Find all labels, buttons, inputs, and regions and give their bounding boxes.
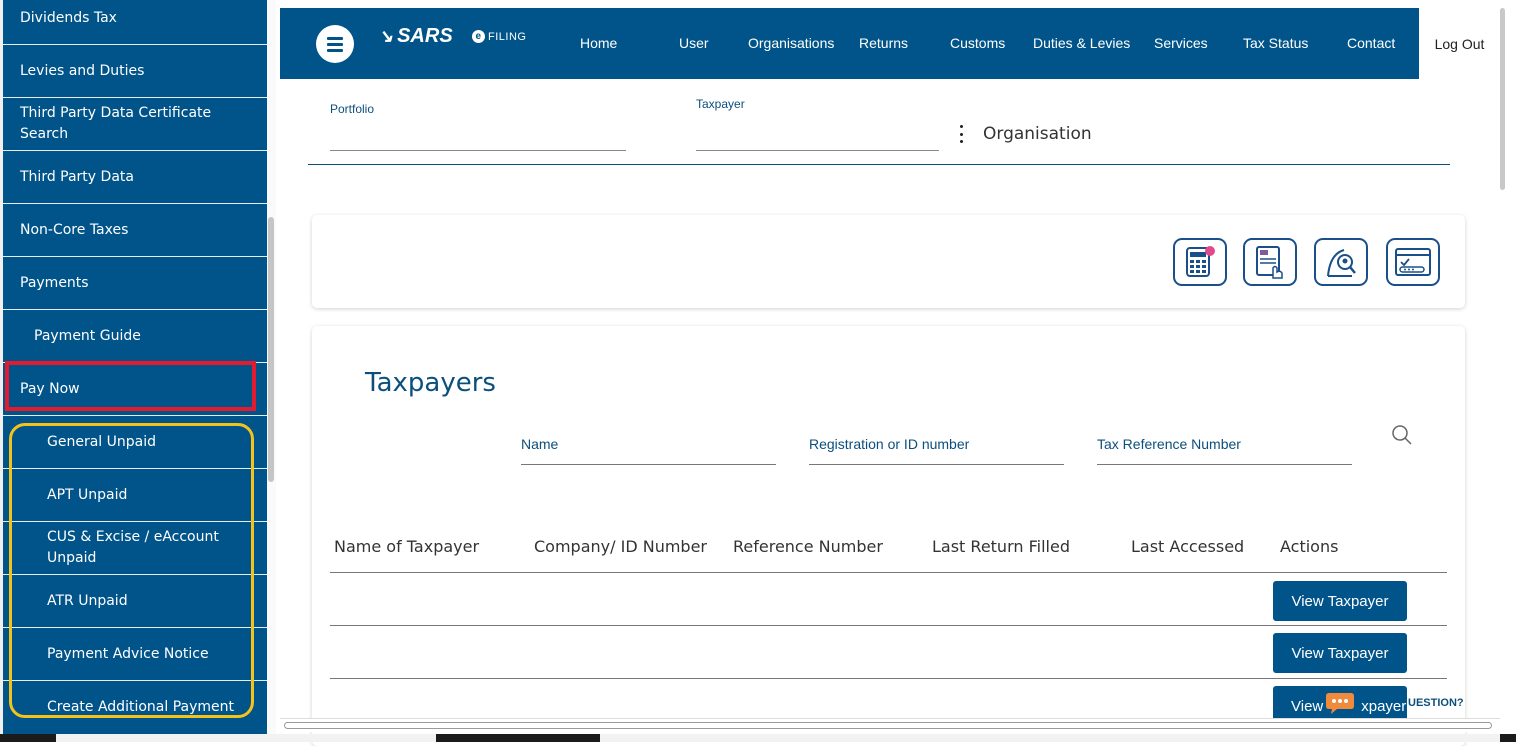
main-scrollbar-thumb[interactable] [1500, 8, 1505, 190]
top-navigation-bar: ↘ SARS e FILING Home User Organisations … [280, 8, 1500, 79]
column-reference-number: Reference Number [733, 537, 883, 556]
nav-home[interactable]: Home [580, 35, 617, 51]
view-taxpayer-button-text-start: View [1291, 697, 1324, 715]
column-last-accessed: Last Accessed [1131, 537, 1245, 556]
nav-user[interactable]: User [679, 35, 709, 51]
horizontal-scrollbar-thumb[interactable] [284, 722, 1492, 729]
sars-arrow-icon: ↘ [378, 26, 394, 46]
search-icon[interactable] [1391, 424, 1413, 446]
taskbar-segment [600, 734, 1500, 742]
hamburger-menu-button[interactable] [316, 25, 354, 63]
id-card-icon[interactable] [1386, 238, 1440, 286]
column-company-id-number: Company/ ID Number [534, 537, 707, 556]
horizontal-scrollbar[interactable] [280, 718, 1500, 732]
name-search-label: Name [521, 436, 559, 452]
tax-reference-search-label: Tax Reference Number [1097, 436, 1241, 452]
sidebar-item-payment-guide[interactable]: Payment Guide [3, 309, 267, 362]
sidebar-scrollbar[interactable] [267, 0, 276, 735]
taxpayer-input[interactable] [696, 150, 939, 151]
column-actions: Actions [1280, 537, 1339, 556]
sidebar-item-label: Non-Core Taxes [20, 221, 129, 238]
ask-question-label[interactable]: UESTION? [1408, 697, 1464, 709]
logo-text: SARS [397, 25, 453, 47]
view-taxpayer-button[interactable]: View Taxpayer [1273, 633, 1407, 673]
nav-duties-levies[interactable]: Duties & Levies [1033, 35, 1130, 51]
sidebar-item-third-party-data[interactable]: Third Party Data [3, 150, 267, 203]
sidebar-item-label: Third Party Data Certificate Search [20, 105, 212, 142]
search-person-icon[interactable] [1314, 238, 1368, 286]
document-hand-icon[interactable] [1243, 238, 1297, 286]
more-options-icon[interactable] [956, 125, 966, 143]
filing-text: FILING [488, 30, 527, 43]
taskbar [0, 734, 1516, 742]
main-scrollbar[interactable] [1500, 0, 1516, 742]
taskbar-segment [56, 734, 436, 742]
registration-search-input[interactable] [809, 464, 1064, 465]
table-row-divider [330, 625, 1447, 626]
column-name-of-taxpayer: Name of Taxpayer [334, 537, 480, 556]
sidebar-item-levies-and-duties[interactable]: Levies and Duties [3, 44, 267, 97]
efiling-logo: e FILING [472, 30, 526, 43]
sidebar-item-third-party-data-certificate-search[interactable]: Third Party Data Certificate Search [3, 97, 267, 150]
calculator-icon[interactable] [1173, 238, 1227, 286]
taxpayers-card: Taxpayers Name Registration or ID number… [312, 326, 1465, 746]
sidebar-item-payments[interactable]: Payments [3, 256, 267, 309]
sidebar-item-label: Payments [20, 274, 89, 291]
taxpayer-type-value: Organisation [983, 124, 1092, 144]
sidebar-scrollbar-thumb[interactable] [268, 217, 274, 482]
view-taxpayer-button-text-end: xpayer [1361, 697, 1407, 715]
filter-divider [308, 164, 1450, 165]
column-last-return-filled: Last Return Filled [932, 537, 1070, 556]
sidebar-item-label: Payment Guide [34, 327, 141, 344]
view-taxpayer-button[interactable]: View Taxpayer [1273, 581, 1407, 621]
tools-card [312, 215, 1465, 308]
chat-bubble-icon[interactable] [1325, 691, 1355, 715]
sidebar-item-label: Dividends Tax [20, 10, 117, 26]
taxpayers-title: Taxpayers [365, 368, 496, 398]
nav-returns[interactable]: Returns [859, 35, 908, 51]
hamburger-icon [327, 34, 343, 55]
name-search-input[interactable] [521, 464, 776, 465]
sars-logo[interactable]: ↘ SARS [378, 25, 453, 48]
sidebar-item-label: Third Party Data [20, 168, 134, 185]
nav-tax-status[interactable]: Tax Status [1243, 35, 1308, 51]
highlight-yellow-box [9, 423, 254, 718]
nav-customs[interactable]: Customs [950, 35, 1005, 51]
logout-button[interactable]: Log Out [1419, 8, 1500, 79]
sidebar: Dividends Tax Levies and Duties Third Pa… [0, 0, 276, 735]
e-circle-icon: e [472, 30, 485, 43]
highlight-red-box [5, 361, 256, 411]
tax-reference-search-input[interactable] [1097, 464, 1352, 465]
table-header-divider [330, 572, 1447, 573]
registration-search-label: Registration or ID number [809, 436, 970, 452]
portfolio-label: Portfolio [330, 102, 375, 116]
nav-contact[interactable]: Contact [1347, 35, 1395, 51]
nav-services[interactable]: Services [1154, 35, 1208, 51]
sidebar-item-label: Levies and Duties [20, 62, 145, 79]
nav-organisations[interactable]: Organisations [748, 35, 834, 51]
table-row-divider [330, 678, 1447, 679]
sidebar-item-non-core-taxes[interactable]: Non-Core Taxes [3, 203, 267, 256]
taxpayer-label: Taxpayer [696, 97, 745, 111]
portfolio-input[interactable] [330, 150, 626, 151]
sidebar-item-dividends-tax[interactable]: Dividends Tax [3, 0, 267, 44]
